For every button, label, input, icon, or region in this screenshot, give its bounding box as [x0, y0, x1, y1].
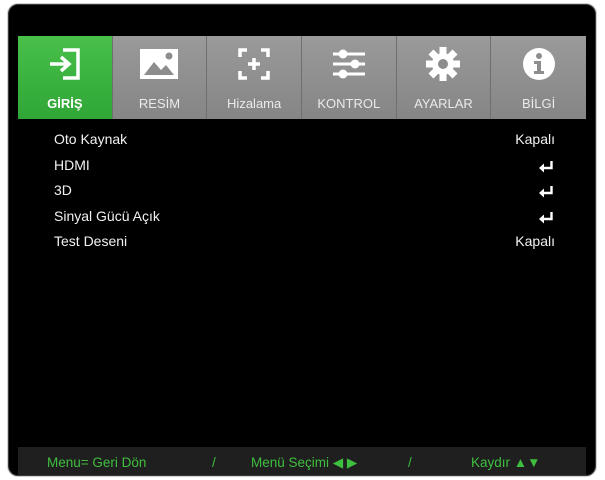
menu-item-hdmi[interactable]: HDMI	[54, 154, 564, 180]
sliders-icon	[302, 46, 396, 82]
input-icon	[18, 46, 112, 82]
menu-item-label: Test Deseni	[54, 233, 128, 249]
footer-back-hint: Menu= Geri Dön	[47, 455, 147, 470]
tab-alignment-label: Hizalama	[227, 96, 282, 111]
menu-item-value: Kapalı	[515, 233, 555, 249]
menu-item-label: Oto Kaynak	[54, 131, 128, 147]
tab-picture[interactable]: RESİM	[112, 36, 208, 119]
menu-item-label: Sinyal Gücü Açık	[54, 207, 160, 224]
tab-input[interactable]: GİRİŞ	[18, 36, 113, 119]
gear-icon	[397, 46, 491, 82]
tab-settings[interactable]: AYARLAR	[396, 36, 492, 119]
osd-menu-window: GİRİŞ RESİM Hizalama KONTROL AYARLAR BİL…	[8, 4, 596, 476]
tab-bar: GİRİŞ RESİM Hizalama KONTROL AYARLAR BİL…	[18, 36, 586, 119]
menu-item-test-pattern[interactable]: Test Deseni Kapalı	[54, 230, 564, 256]
footer-separator: /	[212, 455, 216, 470]
tab-info-label: BİLGİ	[521, 96, 556, 111]
alignment-icon	[207, 46, 301, 82]
tab-settings-label: AYARLAR	[414, 96, 473, 111]
tab-picture-label: RESİM	[138, 96, 181, 111]
info-icon	[491, 46, 586, 82]
tab-input-label: GİRİŞ	[47, 96, 83, 111]
menu-list: Oto Kaynak Kapalı HDMI 3D Sinyal Gücü Aç…	[54, 128, 564, 256]
tab-info[interactable]: BİLGİ	[491, 36, 586, 119]
enter-icon	[539, 186, 553, 198]
menu-item-signal-power[interactable]: Sinyal Gücü Açık	[54, 205, 564, 231]
menu-item-value: Kapalı	[515, 131, 555, 147]
menu-item-label: 3D	[54, 182, 72, 198]
tab-control-label: KONTROL	[317, 96, 381, 111]
menu-item-label: HDMI	[54, 156, 90, 173]
menu-item-auto-source[interactable]: Oto Kaynak Kapalı	[54, 128, 564, 154]
footer-hint-bar: Menu= Geri Dön / Menü Seçimi ◀ ▶ / Kaydı…	[18, 447, 586, 475]
tab-alignment[interactable]: Hizalama	[207, 36, 302, 119]
picture-icon	[113, 46, 207, 82]
tab-control[interactable]: KONTROL	[301, 36, 397, 119]
footer-separator: /	[408, 455, 412, 470]
enter-icon	[539, 211, 553, 223]
enter-icon	[539, 160, 553, 172]
footer-scroll-hint: Kaydır ▲▼	[471, 455, 541, 470]
menu-item-3d[interactable]: 3D	[54, 179, 564, 205]
footer-select-hint: Menü Seçimi ◀ ▶	[251, 455, 358, 470]
